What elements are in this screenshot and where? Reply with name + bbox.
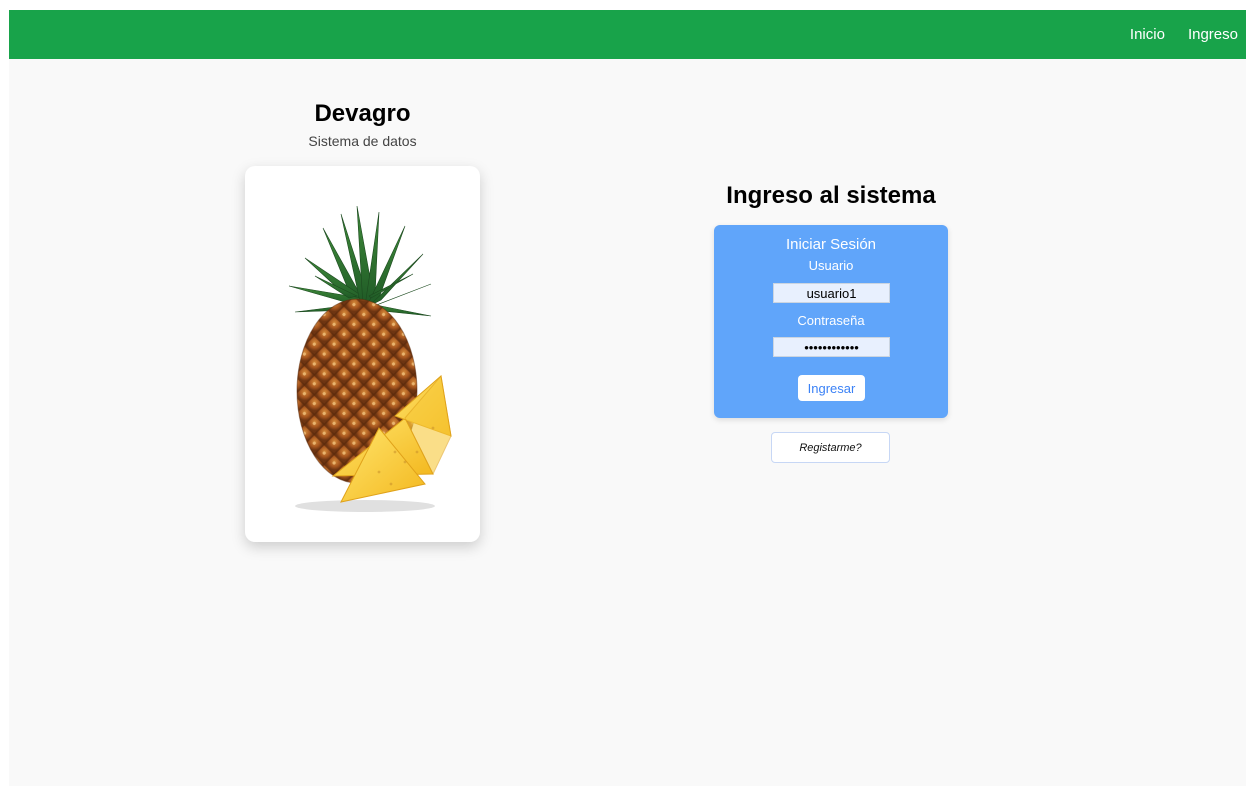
password-label: Contraseña <box>797 313 865 328</box>
navbar: Inicio Ingreso <box>9 10 1246 59</box>
nav-link-inicio[interactable]: Inicio <box>1130 26 1165 43</box>
nav-links: Inicio Ingreso <box>1130 10 1238 59</box>
login-title: Ingreso al sistema <box>726 182 936 209</box>
username-label: Usuario <box>808 258 854 273</box>
register-button[interactable]: Registarme? <box>771 432 890 463</box>
pineapple-image <box>288 205 452 512</box>
ingresar-button[interactable]: Ingresar <box>798 375 865 401</box>
image-card <box>245 166 480 542</box>
brand-title: Devagro <box>314 100 411 127</box>
login-form: Iniciar Sesión Usuario Contraseña Ingres… <box>714 225 948 418</box>
brand-subtitle: Sistema de datos <box>308 133 417 149</box>
password-input[interactable] <box>773 337 890 357</box>
nav-link-ingreso[interactable]: Ingreso <box>1188 26 1238 43</box>
login-card-heading: Iniciar Sesión <box>785 236 877 253</box>
page: Inicio Ingreso Devagro Sistema de datos <box>9 10 1246 786</box>
username-input[interactable] <box>773 283 890 303</box>
